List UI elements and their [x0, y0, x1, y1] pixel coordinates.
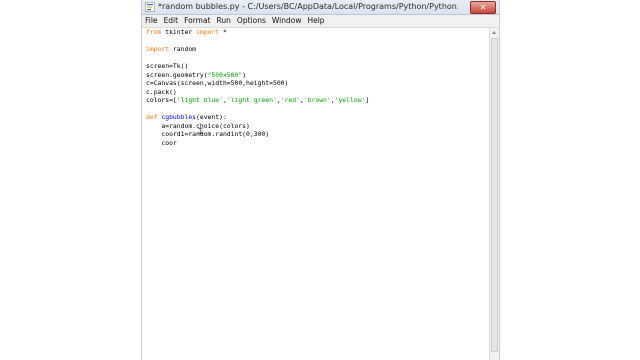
code-line-7: colors=['light blue','light green','red'…	[146, 96, 370, 104]
window-title: *random bubbles.py - C:/Users/BC/AppData…	[158, 2, 458, 11]
code-line-3: screen=Tk()	[146, 62, 189, 70]
idle-editor-window: *random bubbles.py - C:/Users/BC/AppData…	[142, 0, 499, 360]
code-line-6: c.pack()	[146, 87, 177, 96]
code-editor[interactable]: from tkinter import * import random scre…	[142, 28, 489, 360]
menu-bar: File Edit Format Run Options Window Help	[142, 15, 499, 28]
code-line-10: coord1=random.randint(0,300)	[146, 130, 270, 138]
menu-file[interactable]: File	[142, 15, 161, 27]
title-bar[interactable]: *random bubbles.py - C:/Users/BC/AppData…	[142, 0, 499, 15]
code-line-5: c=Canvas(screen,width=500,height=500)	[146, 79, 289, 87]
code-line-11: coor	[146, 138, 177, 147]
scroll-thumb[interactable]	[491, 38, 498, 352]
menu-format[interactable]: Format	[181, 15, 213, 27]
text-cursor-icon: Ɪ	[198, 127, 203, 136]
close-button[interactable]: ✕	[470, 1, 496, 14]
python-idle-icon	[145, 2, 155, 12]
vertical-scrollbar[interactable]	[489, 28, 499, 360]
code-line-1: from tkinter import *	[146, 28, 227, 36]
menu-help[interactable]: Help	[304, 15, 327, 27]
code-text: from tkinter import * import random scre…	[146, 28, 369, 147]
scroll-up-arrow-icon[interactable]	[492, 31, 496, 34]
menu-run[interactable]: Run	[214, 15, 234, 27]
code-line-2: import random	[146, 45, 197, 53]
code-line-4: screen.geometry("500x500")	[146, 70, 247, 79]
menu-window[interactable]: Window	[269, 15, 305, 27]
menu-options[interactable]: Options	[234, 15, 269, 27]
menu-edit[interactable]: Edit	[161, 15, 182, 27]
code-line-8: def cgbubbles(event):	[146, 113, 227, 121]
